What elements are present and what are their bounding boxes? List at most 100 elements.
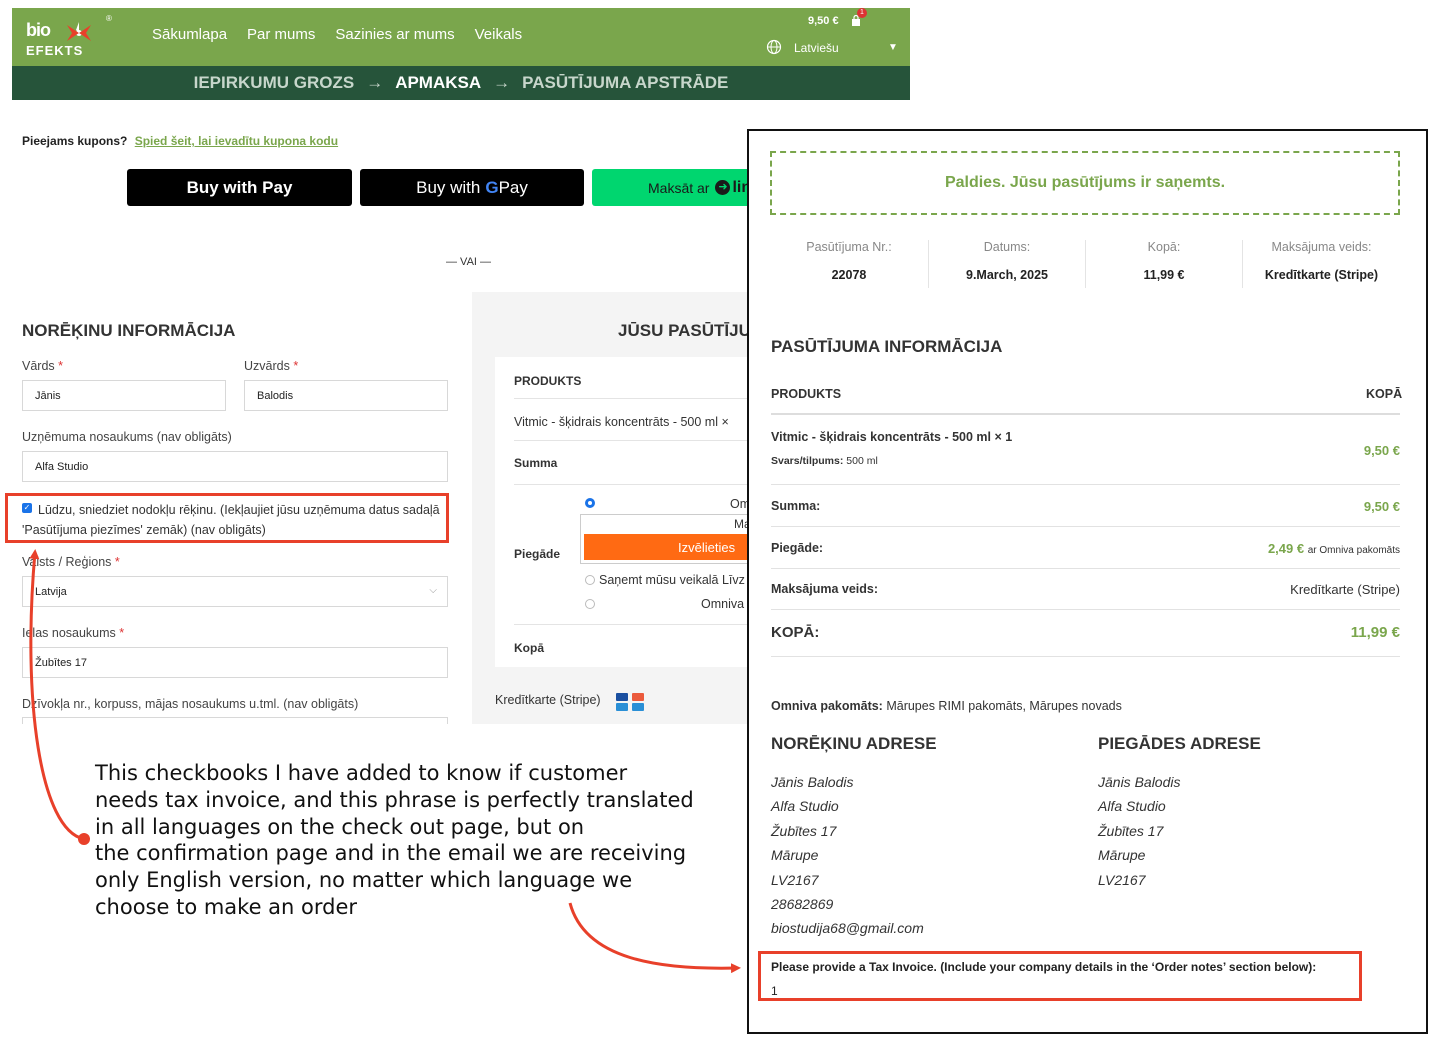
summary-total-label: Kopā bbox=[514, 641, 544, 655]
site-logo[interactable]: bio EFEKTS ® bbox=[26, 14, 112, 60]
annotation-line: the confirmation page and in the email w… bbox=[95, 841, 687, 866]
billing-address: Jānis Balodis Alfa Studio Žubītes 17 Mār… bbox=[771, 770, 924, 941]
logo-text-bottom: EFEKTS bbox=[26, 43, 84, 58]
shipping-address-line: Mārupe bbox=[1098, 847, 1146, 864]
annotation-line: in all languages on the check out page, … bbox=[95, 814, 585, 839]
google-g-icon: G bbox=[485, 177, 499, 197]
divider bbox=[514, 624, 752, 625]
apple-pay-label: Buy with Pay bbox=[186, 177, 293, 197]
billing-address-title: NORĒĶINU ADRESE bbox=[771, 734, 937, 753]
order-col-product: PRODUKTS bbox=[771, 387, 842, 401]
chevron-down-icon: ⌵ bbox=[429, 585, 437, 596]
nav-item-contact[interactable]: Sazinies ar mums bbox=[335, 26, 454, 43]
company-input[interactable]: Alfa Studio bbox=[22, 451, 448, 482]
divider bbox=[771, 484, 1400, 485]
last-name-input[interactable]: Balodis bbox=[244, 380, 448, 411]
order-shipping-label: Piegāde: bbox=[771, 541, 824, 555]
shipping-address-title: PIEGĀDES ADRESE bbox=[1098, 734, 1261, 753]
order-payment-value: Kredītkarte (Stripe) bbox=[1290, 582, 1400, 597]
summary-table bbox=[495, 357, 752, 667]
meta-label: Datums: bbox=[983, 240, 1031, 254]
meta-value: 9.March, 2025 bbox=[966, 268, 1048, 282]
google-pay-label-pre: Buy with bbox=[416, 177, 481, 197]
meta-label: Maksājuma veids: bbox=[1271, 240, 1372, 254]
link-pay-label: Maksāt ar bbox=[648, 179, 710, 196]
street-label: Ielas nosaukums * bbox=[22, 626, 125, 640]
country-label: Valsts / Reģions * bbox=[22, 555, 120, 569]
divider bbox=[771, 609, 1400, 610]
country-value: Latvija bbox=[35, 585, 67, 598]
annotation-line: choose to make an order bbox=[95, 894, 358, 919]
order-details-title: PASŪTĪJUMA INFORMĀCIJA bbox=[771, 337, 1003, 356]
google-pay-button[interactable]: Buy with G Pay bbox=[360, 169, 584, 206]
step-processing: PASŪTĪJUMA APSTRĀDE bbox=[522, 73, 729, 92]
visa-card-icon bbox=[616, 693, 628, 701]
nav-item-about[interactable]: Par mums bbox=[247, 26, 315, 43]
billing-address-line: Jānis Balodis bbox=[771, 774, 854, 790]
shipping-address-line: Jānis Balodis bbox=[1098, 774, 1181, 790]
summary-subtotal-label: Summa bbox=[514, 456, 558, 470]
arrow-right-icon: → bbox=[366, 73, 384, 92]
divider bbox=[514, 440, 752, 441]
shipping-radio-pickup[interactable] bbox=[585, 575, 595, 585]
amex-card-icon bbox=[616, 703, 628, 711]
choose-parcel-button[interactable]: Izvēlieties bbox=[584, 534, 752, 560]
annotation-line: needs tax invoice, and this phrase is pe… bbox=[95, 787, 694, 812]
globe-icon[interactable] bbox=[766, 39, 782, 55]
shipping-address: Jānis Balodis Alfa Studio Žubītes 17 Mār… bbox=[1098, 770, 1181, 892]
coupon-prompt: Pieejams kupons? Spied šeit, lai ievadīt… bbox=[22, 134, 338, 148]
annotation-line: This checkbooks I have added to know if … bbox=[95, 761, 628, 785]
shipping-option-omniva2: Omniva bbox=[701, 597, 745, 611]
tax-invoice-checkbox[interactable]: ✓ bbox=[22, 503, 32, 513]
step-payment: APMAKSA bbox=[395, 73, 482, 92]
checkout-steps: IEPIRKUMU GROZS → APMAKSA → PASŪTĪJUMA A… bbox=[12, 66, 910, 100]
last-name-label: Uzvārds * bbox=[244, 359, 299, 373]
divider bbox=[771, 413, 1400, 415]
main-nav: Sākumlapa Par mums Sazinies ar mums Veik… bbox=[152, 26, 522, 43]
thank-you-notice: Paldies. Jūsu pasūtījums ir saņemts. bbox=[770, 151, 1400, 215]
cart-count-badge: 1 bbox=[857, 8, 867, 18]
step-cart[interactable]: IEPIRKUMU GROZS bbox=[194, 73, 355, 93]
apartment-input[interactable] bbox=[22, 717, 448, 724]
meta-value: Kredītkarte (Stripe) bbox=[1264, 268, 1379, 282]
shipping-address-line: Alfa Studio bbox=[1098, 798, 1166, 815]
arrow-right-icon: → bbox=[493, 73, 511, 92]
shipping-radio-omniva2[interactable] bbox=[585, 599, 595, 609]
meta-value: 22078 bbox=[831, 268, 867, 282]
order-item-meta: Svars/tilpums: 500 ml bbox=[771, 455, 878, 467]
order-subtotal-value: 9,50 € bbox=[1363, 499, 1400, 514]
shipping-radio-omniva[interactable] bbox=[585, 498, 595, 508]
annotation-text: This checkbooks I have added to know if … bbox=[95, 760, 735, 921]
nav-item-shop[interactable]: Veikals bbox=[475, 26, 523, 43]
link-pay-button[interactable]: Maksāt ar ➜ lin bbox=[592, 169, 752, 206]
coupon-question: Pieejams kupons? bbox=[22, 134, 128, 148]
tax-note-highlight bbox=[758, 951, 1362, 1001]
first-name-label: Vārds * bbox=[22, 359, 64, 373]
chevron-down-icon[interactable]: ▼ bbox=[888, 42, 898, 53]
tax-invoice-note-value: 1 bbox=[771, 984, 778, 998]
nav-item-home[interactable]: Sākumlapa bbox=[152, 26, 227, 43]
country-select[interactable]: Latvija ⌵ bbox=[22, 576, 448, 607]
coupon-link[interactable]: Spied šeit, lai ievadītu kupona kodu bbox=[135, 134, 338, 148]
thank-you-text: Paldies. Jūsu pasūtījums ir saņemts. bbox=[944, 174, 1226, 191]
meta-total: Kopā: 11,99 € bbox=[1086, 240, 1242, 282]
order-total-label: KOPĀ: bbox=[771, 624, 820, 641]
divider bbox=[771, 656, 1400, 657]
language-selector[interactable]: Latviešu bbox=[794, 41, 839, 55]
billing-email: biostudija68@gmail.com bbox=[771, 920, 924, 937]
apple-pay-button[interactable]: Buy with Pay bbox=[127, 169, 352, 206]
first-name-input[interactable]: Jānis bbox=[22, 380, 226, 411]
tax-invoice-label: Lūdzu, sniedziet nodokļu rēķinu. (Iekļau… bbox=[22, 503, 440, 537]
mastercard-icon bbox=[632, 693, 644, 701]
billing-address-line: Žubītes 17 bbox=[771, 822, 837, 839]
cart-total[interactable]: 9,50 € bbox=[808, 15, 839, 27]
divider bbox=[514, 398, 752, 399]
omniva-locker-line: Omniva pakomāts: Mārupes RIMI pakomāts, … bbox=[771, 699, 1122, 713]
or-divider: — VAI — bbox=[446, 256, 492, 268]
payment-method-stripe[interactable]: Kredītkarte (Stripe) bbox=[495, 693, 601, 707]
billing-address-line: Mārupe bbox=[771, 847, 819, 864]
meta-payment: Maksājuma veids: Kredītkarte (Stripe) bbox=[1243, 240, 1400, 282]
site-header: bio EFEKTS ® Sākumlapa Par mums Sazinies… bbox=[12, 8, 910, 66]
divider bbox=[771, 568, 1400, 569]
street-input[interactable]: Žubītes 17 bbox=[22, 647, 448, 678]
